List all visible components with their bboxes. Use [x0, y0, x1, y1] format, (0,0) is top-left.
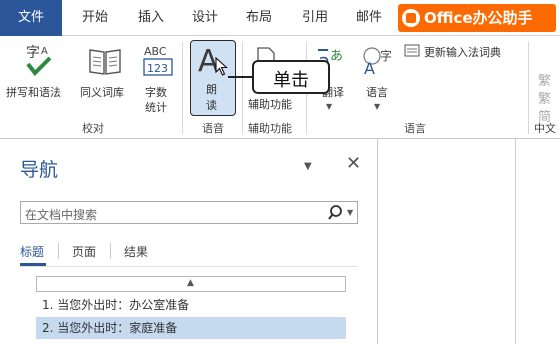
ribbon-review: 字 A 拼写和语法 同义词库 ABC 123 字数 统计 校对 A 朗 读 语音…	[0, 36, 560, 139]
tab-file[interactable]: 文件	[0, 0, 62, 36]
collapse-up-icon[interactable]: ▲	[187, 278, 194, 288]
search-options-icon[interactable]: ▼	[347, 208, 353, 217]
svg-text:あ: あ	[330, 49, 343, 64]
group-label-language: 语言	[404, 122, 426, 135]
navigation-pane-title: 导航	[20, 159, 59, 181]
ribbon-tab-bar: 文件 开始 插入 设计 布局 引用 邮件 Office办公助手	[0, 0, 560, 36]
active-tab-indicator	[20, 263, 46, 266]
svg-text:A: A	[41, 46, 48, 57]
update-ime-dictionary-button[interactable]: 更新输入法词典	[402, 42, 520, 60]
group-label-speech: 语音	[202, 122, 224, 135]
group-label-proofing: 校对	[82, 122, 104, 135]
heading-item-selected[interactable]: 2. 当您外出时：家庭准备	[36, 317, 346, 339]
tab-design[interactable]: 设计	[180, 0, 230, 36]
search-input[interactable]: 在文档中搜索 ▼	[20, 201, 358, 224]
tab-divider	[110, 243, 111, 259]
svg-text:字: 字	[26, 45, 40, 61]
tab-layout[interactable]: 布局	[234, 0, 284, 36]
ime-dictionary-icon	[404, 44, 420, 57]
read-aloud-label-1: 朗	[206, 83, 217, 96]
book-icon	[89, 49, 121, 75]
word-count-label-2: 统计	[145, 101, 167, 114]
brand-watermark: Office办公助手	[398, 4, 556, 32]
traditional-chinese-icon[interactable]: 繁	[538, 70, 551, 89]
brand-logo-icon	[402, 9, 420, 27]
update-ime-dictionary-label: 更新输入法词典	[424, 46, 501, 59]
tab-results[interactable]: 结果	[124, 243, 148, 260]
svg-text:字: 字	[380, 48, 392, 63]
spelling-grammar-label: 拼写和语法	[6, 86, 61, 99]
page-margin-line	[515, 139, 516, 344]
tab-headings[interactable]: 标题	[20, 243, 44, 260]
language-button[interactable]: A 字 语言 ▼	[356, 40, 400, 116]
heading-item[interactable]: 1. 当您外出时：办公室准备	[36, 294, 346, 316]
document-area[interactable]	[379, 139, 560, 344]
mouse-cursor-icon	[215, 57, 228, 76]
word-count-label-1: 字数	[145, 86, 167, 99]
word-count-icon: ABC 123	[143, 45, 173, 76]
thesaurus-label: 同义词库	[80, 86, 124, 99]
read-aloud-label-2: 读	[206, 99, 217, 112]
tab-pages[interactable]: 页面	[72, 243, 96, 260]
callout-pointer	[228, 76, 252, 78]
pane-options-icon[interactable]: ▼	[304, 161, 312, 172]
traditional-chinese-icon-2[interactable]: 繁	[538, 88, 551, 107]
search-icon[interactable]	[327, 204, 345, 222]
tab-baseline	[20, 266, 358, 267]
brand-text: Office办公助手	[424, 9, 533, 27]
group-separator	[242, 42, 243, 134]
svg-text:ABC: ABC	[144, 45, 167, 58]
word-count-button[interactable]: ABC 123 字数 统计	[138, 40, 178, 116]
tab-references[interactable]: 引用	[290, 0, 340, 36]
tab-divider	[58, 243, 59, 259]
language-icon: A 字	[363, 47, 392, 78]
read-aloud-button[interactable]: A 朗 读	[190, 40, 236, 116]
spelling-grammar-button[interactable]: 字 A 拼写和语法	[4, 40, 74, 110]
accessibility-check-label: 辅助功能	[248, 98, 292, 111]
callout-text: 单击	[273, 70, 309, 91]
group-label-accessibility: 辅助功能	[248, 122, 292, 135]
svg-text:123: 123	[147, 62, 168, 75]
search-placeholder: 在文档中搜索	[25, 208, 98, 222]
translate-dropdown-icon: ▼	[326, 102, 333, 111]
close-icon[interactable]: ✕	[346, 153, 361, 174]
group-separator	[182, 42, 183, 134]
click-callout: 单击	[252, 60, 330, 94]
tab-mailings[interactable]: 邮件	[344, 0, 394, 36]
thesaurus-button[interactable]: 同义词库	[78, 40, 134, 110]
tab-home[interactable]: 开始	[70, 0, 120, 36]
collapse-all-bar[interactable]: ▲	[36, 276, 346, 292]
spelling-check-icon: 字 A	[26, 45, 52, 77]
tab-insert[interactable]: 插入	[126, 0, 176, 36]
language-label: 语言	[366, 86, 388, 99]
svg-text:A: A	[364, 59, 375, 78]
navigation-pane: 导航 ▼ ✕ 在文档中搜索 ▼ 标题 页面 结果 ▲ 1. 当您外出时：办公室准…	[0, 139, 378, 344]
group-label-chinese: 中文	[534, 122, 556, 135]
group-separator	[528, 42, 529, 134]
language-dropdown-icon: ▼	[374, 102, 381, 111]
